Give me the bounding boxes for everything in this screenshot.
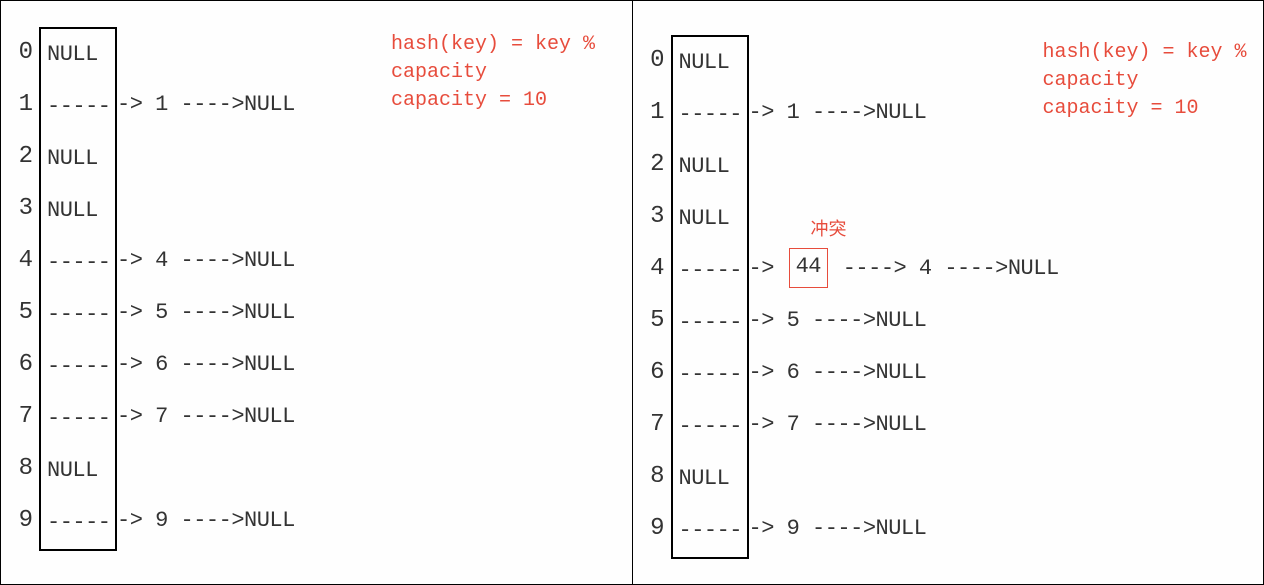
collision-node: 44 (789, 248, 828, 288)
bucket: NULL (673, 141, 747, 193)
chain (117, 443, 295, 495)
bucket-column-right: NULL ----- NULL NULL ----- ----- ----- -… (671, 35, 749, 559)
bucket: ----- (41, 497, 115, 549)
bucket: ----- (673, 89, 747, 141)
bucket: NULL (673, 453, 747, 505)
idx: 1 (643, 87, 671, 139)
chain: -> 9 ---->NULL (749, 503, 1059, 555)
bucket: ----- (41, 393, 115, 445)
chain: -> 5 ---->NULL (749, 295, 1059, 347)
chain: -> 5 ---->NULL (117, 287, 295, 339)
chain: -> 6 ---->NULL (749, 347, 1059, 399)
bucket: ----- (41, 289, 115, 341)
bucket: NULL (41, 133, 115, 185)
bucket: NULL (41, 29, 115, 81)
bucket: ----- (41, 81, 115, 133)
idx: 5 (11, 287, 39, 339)
chain: -> 1 ---->NULL (749, 87, 1059, 139)
bucket: NULL (673, 37, 747, 89)
idx: 6 (11, 339, 39, 391)
idx: 1 (11, 79, 39, 131)
idx: 9 (11, 495, 39, 547)
chain (749, 191, 1059, 243)
bucket: ----- (673, 297, 747, 349)
bucket: NULL (41, 445, 115, 497)
index-column-left: 0 1 2 3 4 5 6 7 8 9 (11, 27, 39, 547)
bucket: NULL (41, 185, 115, 237)
idx: 3 (643, 191, 671, 243)
idx: 0 (643, 35, 671, 87)
chain: -> 1 ---->NULL (117, 79, 295, 131)
idx: 0 (11, 27, 39, 79)
idx: 2 (11, 131, 39, 183)
chain: -> 9 ---->NULL (117, 495, 295, 547)
idx: 5 (643, 295, 671, 347)
chain (117, 27, 295, 79)
idx: 8 (11, 443, 39, 495)
bucket: ----- (673, 401, 747, 453)
chain (117, 131, 295, 183)
bucket: ----- (41, 237, 115, 289)
idx: 3 (11, 183, 39, 235)
chain (749, 35, 1059, 87)
bucket: ----- (673, 505, 747, 557)
idx: 9 (643, 503, 671, 555)
chain (117, 183, 295, 235)
idx: 7 (643, 399, 671, 451)
bucket-column-left: NULL ----- NULL NULL ----- ----- ----- -… (39, 27, 117, 551)
bucket: ----- (41, 341, 115, 393)
chain-collision-row: -> 44 ----> 4 ---->NULL (749, 243, 1059, 295)
hash-table-right: 0 1 2 3 4 5 6 7 8 9 NULL ----- NULL NULL… (643, 35, 1254, 559)
left-panel: hash(key) = key % capacity capacity = 10… (1, 1, 633, 584)
bucket: ----- (673, 245, 747, 297)
idx: 4 (643, 243, 671, 295)
chain: -> 4 ---->NULL (117, 235, 295, 287)
hash-table-left: 0 1 2 3 4 5 6 7 8 9 NULL ----- NULL NULL… (11, 27, 622, 551)
idx: 4 (11, 235, 39, 287)
chain (749, 139, 1059, 191)
bucket: ----- (673, 349, 747, 401)
idx: 7 (11, 391, 39, 443)
chain: -> 7 ---->NULL (117, 391, 295, 443)
chain: -> 7 ---->NULL (749, 399, 1059, 451)
chain-column-right: -> 1 ---->NULL -> 44 ----> 4 ---->NULL -… (749, 35, 1059, 555)
chain-suffix: ----> 4 ---->NULL (843, 256, 1059, 281)
right-panel: hash(key) = key % capacity capacity = 10… (633, 1, 1264, 584)
index-column-right: 0 1 2 3 4 5 6 7 8 9 (643, 35, 671, 555)
chain-prefix: -> (749, 256, 774, 281)
idx: 6 (643, 347, 671, 399)
chain (749, 451, 1059, 503)
diagram-container: hash(key) = key % capacity capacity = 10… (1, 1, 1263, 584)
idx: 8 (643, 451, 671, 503)
idx: 2 (643, 139, 671, 191)
bucket: NULL (673, 193, 747, 245)
chain: -> 6 ---->NULL (117, 339, 295, 391)
chain-column-left: -> 1 ---->NULL -> 4 ---->NULL -> 5 ---->… (117, 27, 295, 547)
